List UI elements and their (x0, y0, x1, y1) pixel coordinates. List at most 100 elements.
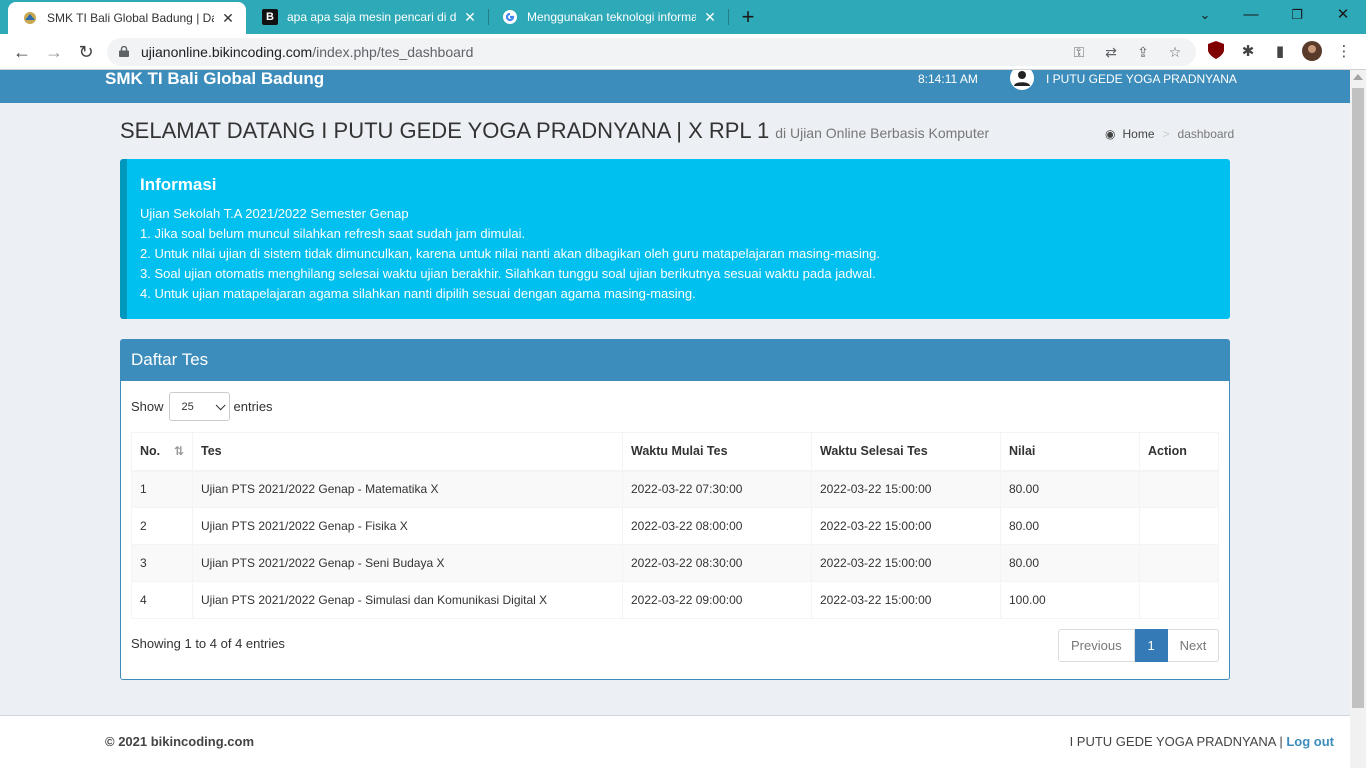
tab-title: SMK TI Bali Global Badung | Dashboard (47, 11, 214, 25)
cell-nilai: 80.00 (1000, 507, 1140, 545)
entries-length-control: Show 25 entries (131, 392, 273, 421)
cell-tes: Ujian PTS 2021/2022 Genap - Seni Budaya … (192, 544, 623, 582)
cell-selesai: 2022-03-22 15:00:00 (811, 470, 1001, 508)
address-bar[interactable]: ujianonline.bikincoding.com/index.php/te… (107, 38, 1196, 66)
back-arrow-icon[interactable]: ← (8, 38, 36, 66)
cell-mulai: 2022-03-22 07:30:00 (622, 470, 812, 508)
tab-title: apa apa saja mesin pencari di dalam inte… (287, 10, 456, 24)
page-title: SELAMAT DATANG I PUTU GEDE YOGA PRADNYAN… (120, 118, 990, 143)
share-icon[interactable]: ⇪ (1134, 43, 1152, 61)
brand-title[interactable]: SMK TI Bali Global Badung (105, 70, 324, 87)
google-icon (502, 9, 518, 25)
col-header-no[interactable]: No. ⇅ (131, 432, 193, 472)
callout-line: 4. Untuk ujian matapelajaran agama silah… (140, 286, 696, 301)
cell-selesai: 2022-03-22 15:00:00 (811, 581, 1001, 619)
tab-smk-dashboard[interactable]: SMK TI Bali Global Badung | Dashboard ✕ (8, 2, 246, 34)
col-header-mulai[interactable]: Waktu Mulai Tes (622, 432, 812, 472)
close-icon[interactable]: ✕ (220, 10, 236, 27)
close-icon[interactable]: ✕ (702, 9, 718, 26)
cell-mulai: 2022-03-22 08:00:00 (622, 507, 812, 545)
col-header-selesai[interactable]: Waktu Selesai Tes (811, 432, 1001, 472)
user-name[interactable]: I PUTU GEDE YOGA PRADNYANA (1046, 72, 1237, 86)
profile-avatar[interactable] (1301, 41, 1323, 63)
menu-kebab-icon[interactable]: ⋮ (1333, 41, 1355, 63)
copyright: © 2021 bikincoding.com (105, 734, 255, 749)
forward-arrow-icon[interactable]: → (40, 38, 68, 66)
new-tab-plus-icon[interactable]: + (737, 4, 759, 30)
tab-search-engines[interactable]: B apa apa saja mesin pencari di dalam in… (248, 0, 488, 34)
clock: 8:14:11 AM (918, 72, 978, 86)
side-panel-icon[interactable]: ▮ (1269, 41, 1291, 63)
test-list-box: Daftar Tes Show 25 entries No. ⇅ Tes Wakt… (120, 339, 1230, 680)
cell-action (1139, 507, 1219, 545)
cell-tes: Ujian PTS 2021/2022 Genap - Fisika X (192, 507, 623, 545)
col-header-nilai[interactable]: Nilai (1000, 432, 1140, 472)
cell-no: 3 (131, 544, 193, 582)
minimize-icon[interactable]: — (1228, 0, 1274, 30)
table-info: Showing 1 to 4 of 4 entries (131, 636, 285, 651)
browser-toolbar: ← → ↻ ujianonline.bikincoding.com/index.… (0, 34, 1366, 70)
key-icon[interactable]: ⚿ (1070, 43, 1088, 61)
close-icon[interactable]: ✕ (462, 9, 478, 26)
dashboard-icon: ◉ (1105, 127, 1116, 141)
sort-icon[interactable]: ⇅ (174, 444, 184, 458)
cell-no: 4 (131, 581, 193, 619)
breadcrumb: ◉ Home > dashboard (1105, 127, 1234, 141)
lock-icon (119, 46, 129, 57)
callout-line: 3. Soal ujian otomatis menghilang selesa… (140, 266, 876, 281)
close-window-icon[interactable]: ✕ (1320, 0, 1366, 30)
tab-search-chevron-icon[interactable]: ⌄ (1182, 0, 1228, 30)
cell-selesai: 2022-03-22 15:00:00 (811, 544, 1001, 582)
extensions-puzzle-icon[interactable]: ✱ (1237, 41, 1259, 63)
entries-select[interactable]: 25 (168, 392, 230, 421)
info-callout: Informasi Ujian Sekolah T.A 2021/2022 Se… (120, 159, 1230, 319)
app-header: SMK TI Bali Global Badung 8:14:11 AM I P… (0, 70, 1350, 103)
callout-line: 1. Jika soal belum muncul silahkan refre… (140, 226, 526, 241)
user-icon[interactable] (1009, 70, 1035, 90)
cell-action (1139, 544, 1219, 582)
footer-separator: | (1279, 734, 1283, 749)
pagination: Previous 1 Next (1058, 629, 1220, 662)
tab-title: Menggunakan teknologi informasi (527, 10, 696, 24)
footer: © 2021 bikincoding.com I PUTU GEDE YOGA … (0, 715, 1350, 768)
b-logo-icon: B (262, 9, 278, 25)
breadcrumb-current: dashboard (1177, 127, 1235, 141)
breadcrumb-home[interactable]: Home (1122, 127, 1154, 141)
bookmark-star-icon[interactable]: ☆ (1166, 43, 1184, 61)
ublock-icon[interactable] (1205, 41, 1227, 63)
scroll-thumb[interactable] (1352, 88, 1364, 708)
cell-no: 1 (131, 470, 193, 508)
cell-tes: Ujian PTS 2021/2022 Genap - Matematika X (192, 470, 623, 508)
cell-no: 2 (131, 507, 193, 545)
box-title: Daftar Tes (131, 350, 209, 369)
page-subtitle: di Ujian Online Berbasis Komputer (775, 125, 990, 141)
next-button[interactable]: Next (1167, 629, 1220, 662)
reload-icon[interactable]: ↻ (72, 38, 100, 66)
table-row: 3 Ujian PTS 2021/2022 Genap - Seni Buday… (131, 544, 1219, 582)
page-1-button[interactable]: 1 (1134, 629, 1168, 662)
col-header-tes[interactable]: Tes (192, 432, 623, 472)
entries-label: entries (233, 399, 273, 414)
school-logo-icon (22, 10, 38, 26)
table-header-row: No. ⇅ Tes Waktu Mulai Tes Waktu Selesai T… (131, 432, 1219, 472)
logout-link[interactable]: Log out (1286, 734, 1334, 749)
translate-icon[interactable]: ⇄ (1102, 43, 1120, 61)
callout-line: 2. Untuk nilai ujian di sistem tidak dim… (140, 246, 880, 261)
table-row: 2 Ujian PTS 2021/2022 Genap - Fisika X 2… (131, 507, 1219, 545)
url-text: ujianonline.bikincoding.com/index.php/te… (141, 44, 474, 60)
cell-nilai: 100.00 (1000, 581, 1140, 619)
chevron-down-icon (215, 400, 226, 411)
breadcrumb-separator: > (1162, 127, 1170, 141)
col-header-action: Action (1139, 432, 1219, 472)
tab-teknologi-informasi[interactable]: Menggunakan teknologi informasi ✕ (488, 0, 728, 34)
footer-user: I PUTU GEDE YOGA PRADNYANA (1069, 734, 1276, 749)
cell-nilai: 80.00 (1000, 544, 1140, 582)
cell-action (1139, 581, 1219, 619)
cell-action (1139, 470, 1219, 508)
cell-mulai: 2022-03-22 09:00:00 (622, 581, 812, 619)
previous-button[interactable]: Previous (1058, 629, 1135, 662)
cell-selesai: 2022-03-22 15:00:00 (811, 507, 1001, 545)
scroll-up-arrow-icon[interactable] (1353, 74, 1363, 80)
restore-icon[interactable]: ❐ (1274, 0, 1320, 30)
test-table: No. ⇅ Tes Waktu Mulai Tes Waktu Selesai T… (131, 432, 1219, 619)
